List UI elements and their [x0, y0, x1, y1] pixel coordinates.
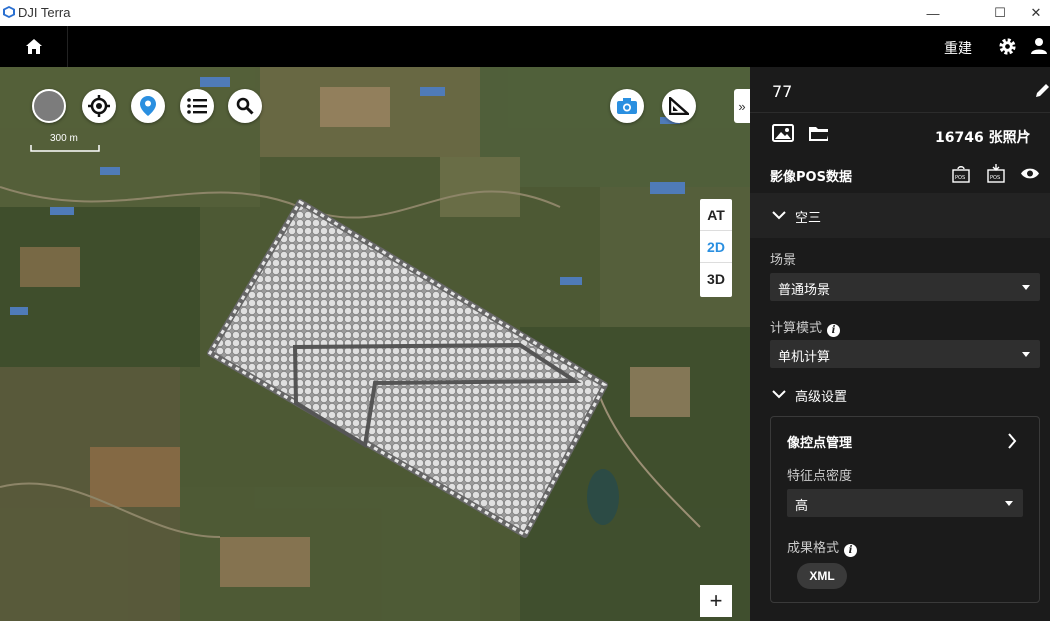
locate-button[interactable] — [82, 89, 116, 123]
info-icon[interactable]: i — [844, 544, 858, 557]
user-icon[interactable] — [1030, 37, 1048, 55]
map-scale-bar: 300 m — [30, 133, 100, 152]
scene-select[interactable]: 普通场景 — [770, 273, 1040, 301]
project-header: 77 — [750, 67, 1050, 113]
eye-icon[interactable] — [1020, 167, 1040, 180]
svg-text:POS: POS — [990, 175, 1000, 181]
output-format-label: 成果格式 i — [787, 537, 858, 557]
image-icon[interactable] — [772, 124, 794, 142]
chevron-down-icon — [772, 390, 786, 399]
app-toolbar: 重建 — [0, 26, 1050, 67]
feature-density-label: 特征点密度 — [787, 469, 853, 484]
feature-density-value: 高 — [795, 499, 809, 514]
search-icon — [236, 97, 254, 115]
zoom-in-button[interactable]: + — [700, 585, 732, 617]
view-mode-2d[interactable]: 2D — [700, 231, 732, 263]
home-icon — [25, 39, 42, 54]
right-panel: 77 16746 张照片 › 影像POS数据 POS POS 空三 场景 普通场… — [750, 67, 1050, 621]
compute-mode-select[interactable]: 单机计算 — [770, 340, 1040, 368]
camera-icon — [617, 98, 637, 114]
ruler-triangle-icon — [669, 97, 689, 115]
gcp-management-row[interactable]: 像控点管理 — [771, 425, 1039, 455]
maximize-button[interactable]: ☐ — [977, 0, 1023, 26]
list-icon — [187, 98, 207, 114]
aerotri-section-title: 空三 — [795, 211, 822, 226]
dropdown-arrow-icon — [1022, 285, 1030, 290]
chevron-right-icon — [1008, 433, 1017, 449]
layer-list-button[interactable] — [180, 89, 214, 123]
compute-mode-value: 单机计算 — [778, 350, 831, 365]
chevron-down-icon — [772, 211, 786, 220]
map-view[interactable]: 300 m » AT 2D 3D + — [0, 67, 750, 621]
chevron-right-icon[interactable]: › — [1024, 124, 1030, 143]
app-logo-icon — [3, 6, 15, 18]
pos-import-icon[interactable]: POS — [952, 165, 970, 183]
basemap-thumbnail-button[interactable] — [32, 89, 66, 123]
minimize-button[interactable]: — — [910, 0, 956, 26]
photo-row: 16746 张照片 › — [750, 113, 1050, 155]
location-pin-icon — [140, 96, 156, 116]
scene-label: 场景 — [770, 253, 797, 268]
folder-icon[interactable] — [808, 125, 830, 142]
collapse-panel-button[interactable]: » — [734, 89, 750, 123]
crosshair-icon — [88, 95, 110, 117]
pos-data-title: 影像POS数据 — [770, 170, 852, 185]
output-format-xml-chip[interactable]: XML — [797, 563, 847, 589]
advanced-settings-title: 高级设置 — [795, 390, 848, 405]
location-pin-button[interactable] — [131, 89, 165, 123]
view-mode-at[interactable]: AT — [700, 199, 732, 231]
project-name: 77 — [772, 82, 793, 101]
camera-button[interactable] — [610, 89, 644, 123]
advanced-settings-header[interactable]: 高级设置 — [750, 379, 1050, 411]
aerotri-section-header[interactable]: 空三 — [750, 193, 1050, 238]
gcp-management-label: 像控点管理 — [787, 436, 853, 451]
home-button[interactable] — [0, 26, 68, 67]
photo-coverage-polygon — [207, 199, 608, 538]
advanced-settings-card: 像控点管理 特征点密度 高 成果格式 i XML — [770, 416, 1040, 603]
dropdown-arrow-icon — [1005, 501, 1013, 506]
measure-button[interactable] — [662, 89, 696, 123]
output-format-text: 成果格式 — [787, 541, 840, 556]
edit-pencil-icon[interactable] — [1034, 83, 1050, 99]
info-icon[interactable]: i — [827, 324, 841, 337]
window-titlebar: DJI Terra — ☐ ✕ — [0, 0, 1050, 26]
compute-mode-text: 计算模式 — [770, 321, 823, 336]
rebuild-button[interactable]: 重建 — [944, 38, 972, 58]
photo-count[interactable]: 16746 张照片 — [935, 127, 1031, 147]
gear-icon[interactable] — [998, 37, 1017, 56]
window-title: DJI Terra — [18, 5, 71, 20]
close-button[interactable]: ✕ — [1022, 0, 1050, 26]
compute-mode-label: 计算模式 i — [770, 317, 841, 337]
pos-data-row: 影像POS数据 POS POS — [750, 155, 1050, 193]
search-button[interactable] — [228, 89, 262, 123]
pos-download-icon[interactable]: POS — [987, 164, 1005, 183]
view-mode-toggle: AT 2D 3D — [700, 199, 732, 297]
svg-text:POS: POS — [955, 175, 965, 181]
scale-label: 300 m — [50, 133, 78, 144]
dropdown-arrow-icon — [1022, 352, 1030, 357]
feature-density-select[interactable]: 高 — [787, 489, 1023, 517]
scene-value: 普通场景 — [778, 283, 831, 298]
view-mode-3d[interactable]: 3D — [700, 263, 732, 295]
